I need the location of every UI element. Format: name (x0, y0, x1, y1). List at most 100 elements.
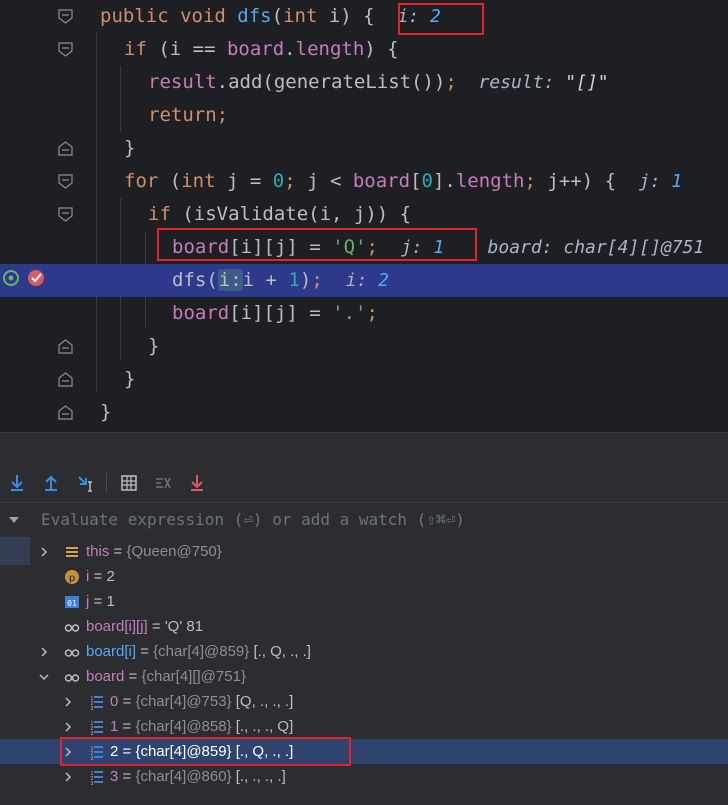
inline-value-token: 2 (378, 270, 390, 291)
fold-open-icon[interactable] (58, 174, 73, 189)
variable-equals: = (118, 718, 136, 735)
variable-equals: = (89, 568, 107, 585)
variable-row[interactable]: board[i] = {char[4]@859} [., Q, ., .] (0, 639, 728, 664)
variable-row[interactable]: p i = 2 (0, 564, 728, 589)
fold-close-icon[interactable] (58, 339, 73, 354)
code-token: board (352, 170, 411, 192)
local-variable-icon: 01 (65, 596, 79, 608)
variable-row[interactable]: board[i][j] = 'Q' 81 (0, 614, 728, 639)
code-line[interactable]: if (isValidate(i, j)) { (0, 198, 728, 231)
code-editor[interactable]: public void dfs(int i) { i: 2 if (i == bo… (0, 0, 728, 432)
variable-value: [., Q, ., .] (249, 643, 311, 660)
fold-close-icon[interactable] (58, 405, 73, 420)
code-text: for (int j = 0; j < board[0].length; j++… (124, 165, 682, 198)
code-text: return; (148, 99, 228, 132)
inline-value-token: j: (638, 171, 672, 192)
code-text: if (isValidate(i, j)) { (148, 198, 411, 231)
variable-row[interactable]: 01 j = 1 (0, 589, 728, 614)
evaluate-icon[interactable] (119, 473, 139, 493)
variable-row[interactable]: board = {char[4][]@751} (0, 664, 728, 689)
fold-open-icon[interactable] (58, 207, 73, 222)
code-token: ; (284, 170, 308, 192)
code-token: [i][j] = (229, 302, 333, 324)
chevron-down-icon[interactable] (38, 671, 50, 683)
panel-divider[interactable] (0, 432, 728, 465)
fold-close-icon[interactable] (58, 141, 73, 156)
evaluate-expression-field[interactable]: Evaluate expression (⏎) or add a watch (… (0, 503, 728, 538)
array-item-icon: 123 (91, 771, 103, 785)
fold-open-icon[interactable] (58, 42, 73, 57)
breakpoint-icon[interactable] (2, 268, 48, 288)
code-text: } (148, 330, 159, 363)
code-line[interactable]: for (int j = 0; j < board[0].length; j++… (0, 165, 728, 198)
code-text: result.add(generateList()); result: "[]" (148, 66, 609, 99)
variable-row[interactable]: this = {Queen@750} (0, 539, 728, 564)
variable-row[interactable]: 123 3 = {char[4]@860} [., ., ., .] (0, 764, 728, 789)
variable-value: 1 (106, 593, 115, 610)
parameter-hint: i: (217, 269, 243, 291)
toolbar-separator (106, 473, 107, 493)
code-token: .add(generateList()) (216, 71, 446, 93)
code-token: '.' (332, 302, 367, 324)
variable-row[interactable]: 1232 = {char[4]@859} [., Q, ., .] (0, 737, 728, 766)
code-token: ) (299, 269, 312, 291)
code-line[interactable]: if (i == board.length) { (0, 33, 728, 66)
code-token: dfs( (172, 269, 218, 291)
code-line[interactable]: result.add(generateList()); result: "[]" (0, 66, 728, 99)
array-item-icon: 123 (91, 721, 103, 735)
trace-icon[interactable] (153, 473, 173, 493)
variable-equals: = (118, 693, 136, 710)
chevron-right-icon[interactable] (62, 721, 74, 733)
code-token: } (124, 368, 136, 390)
code-token: j < (307, 170, 353, 192)
code-token: if (124, 38, 159, 60)
variable-label: 3 = {char[4]@860} [., ., ., .] (110, 764, 286, 789)
inline-value-token: 1 (671, 171, 683, 192)
inline-value-token: result: (456, 72, 566, 93)
variable-row[interactable]: 123 0 = {char[4]@753} [Q, ., ., .] (0, 689, 728, 714)
code-token: j++) { (547, 170, 639, 192)
watch-icon (64, 674, 80, 682)
inline-debug-value: j: 1 (639, 171, 682, 192)
variable-name: board[i][j] (86, 618, 148, 635)
step-out-icon[interactable] (76, 473, 96, 493)
code-line[interactable]: public void dfs(int i) { i: 2 (0, 0, 728, 33)
variable-equals: = (147, 618, 165, 635)
code-token: int (181, 170, 227, 192)
field-icon (66, 547, 78, 557)
code-token: length (455, 170, 525, 192)
fold-open-icon[interactable] (58, 9, 73, 24)
code-line[interactable]: } (0, 132, 728, 165)
step-over-icon[interactable] (7, 473, 27, 493)
variable-label: 1 = {char[4]@858} [., ., ., Q] (110, 714, 293, 739)
chevron-down-icon[interactable] (8, 516, 20, 524)
code-line[interactable]: board[i][j] = '.'; (0, 297, 728, 330)
code-line[interactable]: } (0, 396, 728, 429)
code-text: board[i][j] = '.'; (172, 297, 378, 330)
code-line[interactable]: } (0, 330, 728, 363)
variable-value: [., ., ., Q] (231, 718, 294, 735)
code-token: 0 (272, 170, 285, 192)
frame-selection-strip (0, 537, 30, 565)
svg-text:3: 3 (91, 781, 94, 785)
code-line[interactable]: } (0, 363, 728, 396)
variable-label: 0 = {char[4]@753} [Q, ., ., .] (110, 689, 293, 714)
fold-close-icon[interactable] (58, 372, 73, 387)
variable-type: {Queen@750} (126, 543, 222, 560)
execution-line[interactable]: dfs(i:i + 1); i: 2 (0, 264, 728, 297)
variable-name: board (86, 668, 125, 685)
code-token: board (226, 38, 285, 60)
step-into-icon[interactable] (41, 473, 61, 493)
chevron-right-icon[interactable] (62, 696, 74, 708)
variable-row[interactable]: 123 1 = {char[4]@858} [., ., ., Q] (0, 714, 728, 739)
chevron-right-icon[interactable] (38, 646, 50, 658)
drop-frame-icon[interactable] (187, 473, 207, 493)
variable-label: i = 2 (86, 564, 115, 589)
inline-debug-value: i: 2 (346, 270, 389, 291)
code-token: ; (366, 302, 378, 324)
code-token: if (148, 203, 183, 225)
chevron-right-icon[interactable] (38, 546, 50, 558)
chevron-right-icon[interactable] (62, 771, 74, 783)
code-token: public void (100, 5, 238, 27)
code-line[interactable]: return; (0, 99, 728, 132)
